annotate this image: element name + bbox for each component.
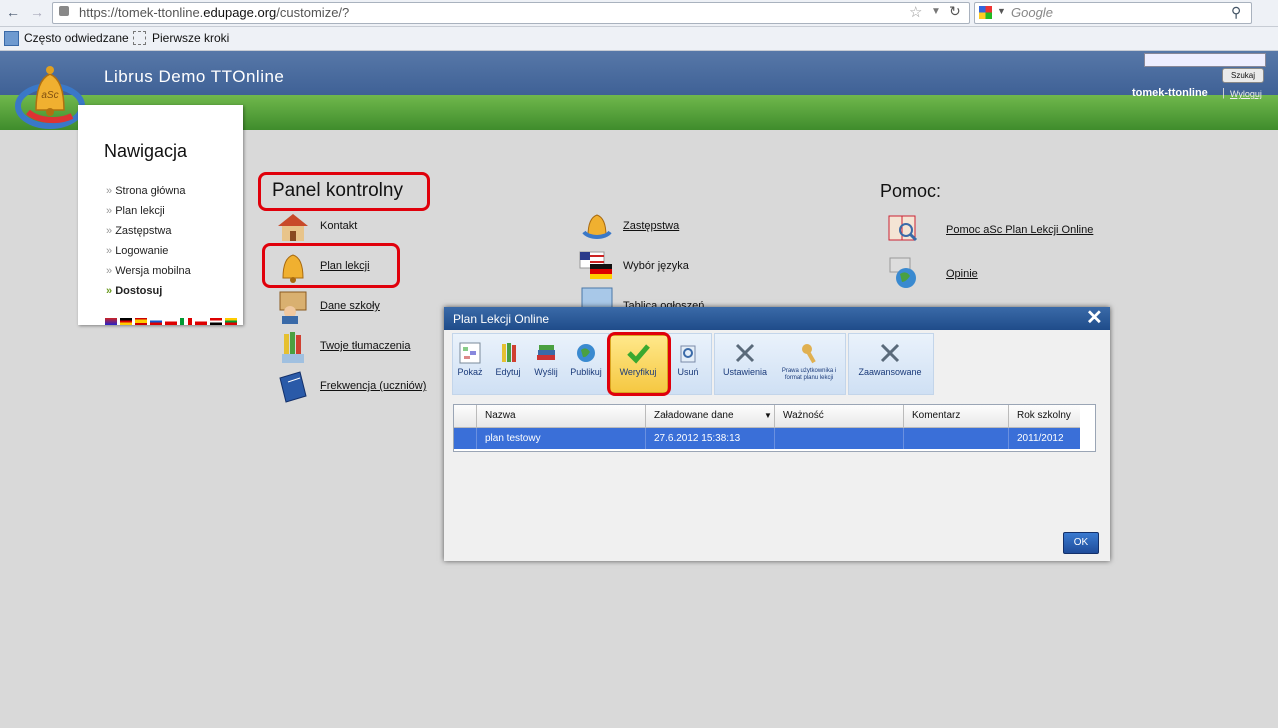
svg-text:aSc: aSc [41,90,58,101]
dialog-titlebar: Plan Lekcji Online ✕ [444,307,1110,330]
flag-icon[interactable] [165,318,177,325]
plans-table: Nazwa Załadowane dane ▼ Ważność Komentar… [453,404,1096,452]
site-search-input[interactable] [1144,53,1266,67]
language-flags-icon [578,248,612,282]
dropdown-icon[interactable]: ▼ [931,6,941,17]
flag-icon[interactable] [180,318,192,325]
pencils-icon [276,330,310,364]
flag-icon[interactable] [195,318,207,325]
flag-icon[interactable] [225,318,237,325]
url-field[interactable]: https://tomek-ttonline.edupage.org/custo… [52,2,970,24]
url-text: https://tomek-ttonline.edupage.org/custo… [79,5,350,20]
tools-icon [735,343,755,363]
col-rok-szkolny[interactable]: Rok szkolny [1017,410,1071,421]
col-zaladowane-dane[interactable]: Załadowane dane [654,410,734,421]
publikuj-button[interactable]: Publikuj [566,341,606,377]
back-icon[interactable]: ← [6,4,20,20]
help-title: Pomoc: [880,181,942,201]
usun-button[interactable]: Usuń [670,341,706,377]
flag-icon[interactable] [135,318,147,325]
navigation-panel: Nawigacja Strona główna Plan lekcji Zast… [78,105,243,325]
prawa-uzytkownika-button[interactable]: Prawa użytkownika i format planu lekcji [776,341,842,382]
link-zastepstwa[interactable]: Zastępstwa [623,220,679,232]
page-icon [133,31,146,45]
site-title: Librus Demo TTOnline [104,67,285,86]
nav-item-wersja-mobilna[interactable]: Wersja mobilna [106,265,191,277]
google-icon [979,6,992,19]
link-opinie[interactable]: Opinie [946,268,978,280]
delete-icon [680,345,696,363]
table-row[interactable]: plan testowy 27.6.2012 15:38:13 2011/201… [454,428,1080,449]
username: tomek-ttonline [1132,87,1208,99]
book-icon [276,370,310,404]
cell-rok: 2011/2012 [1017,433,1064,444]
edytuj-button[interactable]: Edytuj [490,341,526,377]
link-pomoc[interactable]: Pomoc aSc Plan Lekcji Online [946,224,1093,236]
nav-item-plan-lekcji[interactable]: Plan lekcji [106,205,165,217]
dropdown-icon[interactable]: ▼ [997,6,1006,16]
link-frekwencja[interactable]: Frekwencja (uczniów) [320,380,426,392]
bookmark-item[interactable]: Często odwiedzane [24,31,129,45]
nav-item-strona-glowna[interactable]: Strona główna [106,185,185,197]
flag-icon[interactable] [150,318,162,325]
bookmark-icon [4,31,19,46]
tools-icon [880,343,900,363]
grid-icon [459,342,481,364]
flag-icon[interactable] [105,318,117,325]
browser-toolbar: ← → https://tomek-ttonline.edupage.org/c… [0,0,1278,27]
globe-icon [577,344,595,362]
nav-item-zastepstwa[interactable]: Zastępstwa [106,225,171,237]
key-icon [802,344,816,364]
reload-icon[interactable]: ↻ [949,3,961,20]
col-komentarz[interactable]: Komentarz [912,410,960,421]
school-data-icon [276,290,310,324]
col-nazwa[interactable]: Nazwa [485,410,516,421]
search-field[interactable]: ▼ Google ⚲ [974,2,1252,24]
lock-icon [59,6,69,16]
flag-icon[interactable] [210,318,222,325]
zaawansowane-button[interactable]: Zaawansowane [850,341,930,377]
sort-desc-icon: ▼ [764,411,772,420]
pokaz-button[interactable]: Pokaż [452,341,488,377]
col-waznosc[interactable]: Ważność [783,410,824,421]
nav-item-logowanie[interactable]: Logowanie [106,245,168,257]
globe-icon [886,256,920,290]
wyslij-button[interactable]: Wyślij [528,341,564,377]
forward-icon[interactable]: → [30,4,44,20]
highlight-panel-title [258,172,430,211]
link-twoje-tlumaczenia[interactable]: Twoje tłumaczenia [320,340,411,352]
books-icon [537,345,555,360]
substitution-icon [580,210,614,244]
flag-icon[interactable] [120,318,132,325]
dialog-title: Plan Lekcji Online [453,312,550,326]
table-header: Nazwa Załadowane dane ▼ Ważność Komentar… [454,405,1080,428]
logout-link[interactable]: Wyloguj [1230,89,1262,99]
highlight-weryfikuj [607,332,671,396]
link-kontakt[interactable]: Kontakt [320,220,357,232]
ustawienia-button[interactable]: Ustawienia [716,341,774,377]
close-icon[interactable]: ✕ [1086,307,1103,329]
cell-zaladowane: 27.6.2012 15:38:13 [654,433,741,444]
ok-button[interactable]: OK [1063,532,1099,554]
pencils-icon [502,343,516,362]
bookmarks-bar: Często odwiedzane Pierwsze kroki [0,27,1278,51]
search-icon[interactable]: ⚲ [1231,4,1241,21]
cell-nazwa: plan testowy [485,433,541,444]
nav-title: Nawigacja [104,141,188,161]
plan-lekcji-dialog: Plan Lekcji Online ✕ Pokaż Edytuj Wyślij… [444,307,1110,561]
search-placeholder: Google [1011,5,1053,20]
language-flags [105,318,245,325]
nav-item-dostosuj[interactable]: Dostosuj [106,285,162,297]
house-icon [276,210,310,244]
site-search-button[interactable]: Szukaj [1222,68,1264,83]
star-icon[interactable]: ☆ [909,3,922,21]
link-wybor-jezyka[interactable]: Wybór języka [623,260,689,272]
bookmark-item[interactable]: Pierwsze kroki [152,31,229,45]
highlight-plan-lekcji [262,243,400,288]
help-book-icon [886,212,920,246]
separator: | [1222,87,1225,99]
link-dane-szkoly[interactable]: Dane szkoły [320,300,380,312]
